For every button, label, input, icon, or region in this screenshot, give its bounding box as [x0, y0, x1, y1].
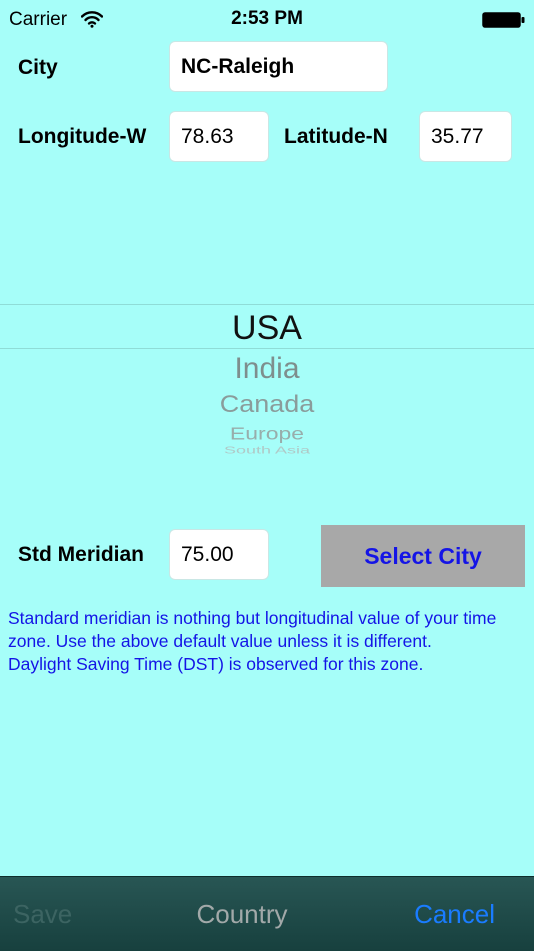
country-picker[interactable]: USA India Canada Europe South Asia [0, 290, 534, 460]
status-bar: Carrier 2:53 PM [0, 0, 534, 40]
battery-icon [482, 12, 525, 28]
info-dst-text: Daylight Saving Time (DST) is observed f… [8, 654, 424, 674]
picker-selection-bottom-line [0, 348, 534, 349]
select-city-button[interactable]: Select City [321, 525, 525, 587]
picker-selection-top-line [0, 304, 534, 305]
longitude-label: Longitude-W [18, 125, 147, 148]
picker-item[interactable]: Canada [0, 391, 534, 419]
city-input[interactable] [169, 41, 388, 92]
picker-item[interactable]: South Asia [0, 445, 534, 457]
longitude-input[interactable] [169, 111, 269, 162]
latitude-input[interactable] [419, 111, 512, 162]
picker-item[interactable]: India [0, 352, 534, 386]
bottom-toolbar: Save Country Cancel [0, 876, 534, 951]
latitude-label: Latitude-N [284, 125, 388, 148]
status-time: 2:53 PM [231, 8, 303, 29]
info-text: Standard meridian is nothing but longitu… [8, 607, 526, 695]
picker-item[interactable]: Europe [0, 423, 534, 444]
info-meridian-text: Standard meridian is nothing but longitu… [8, 608, 497, 651]
country-button[interactable]: Country [0, 899, 484, 930]
city-label: City [18, 56, 58, 79]
std-meridian-label: Std Meridian [18, 543, 145, 566]
std-meridian-input[interactable] [169, 529, 269, 580]
cancel-button[interactable]: Cancel [414, 899, 495, 930]
picker-item-selected[interactable]: USA [0, 309, 534, 348]
